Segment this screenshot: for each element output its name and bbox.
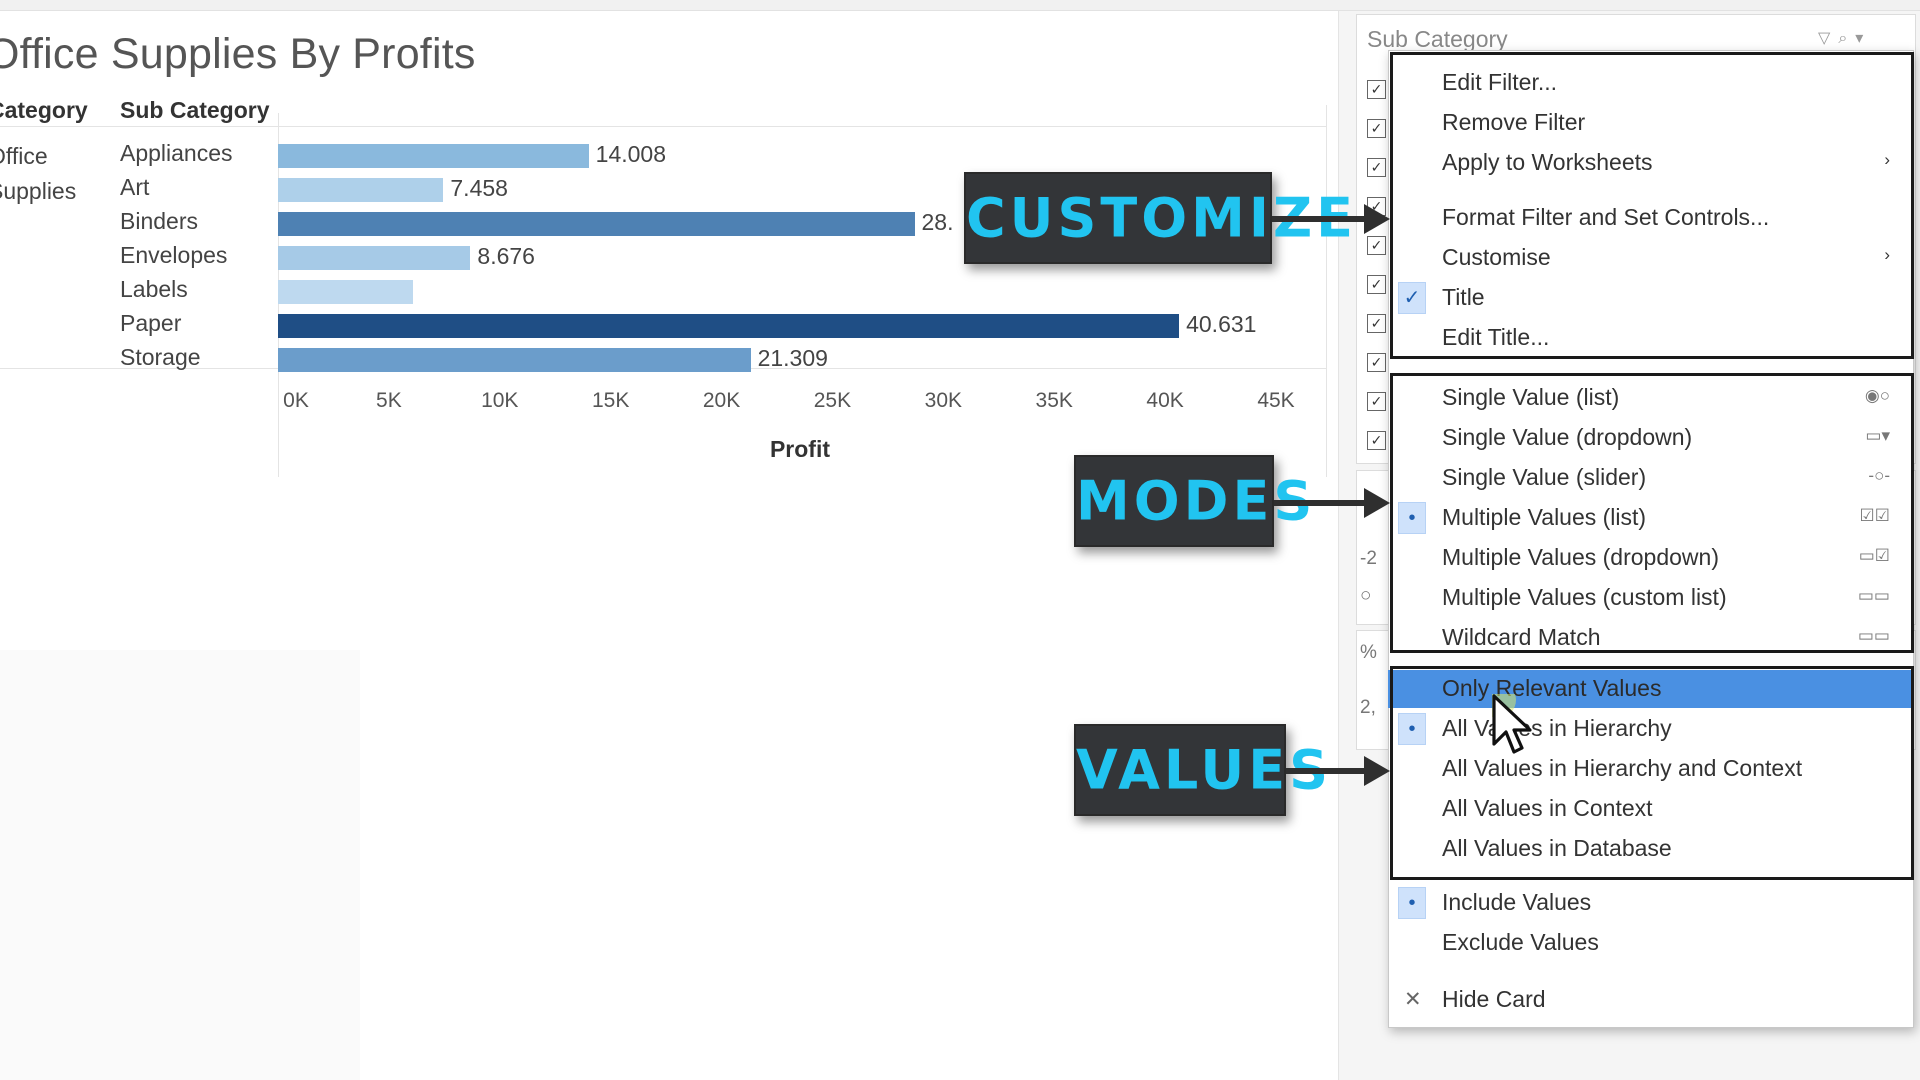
bar-paper[interactable] bbox=[278, 314, 1180, 338]
sub-category-label-storage[interactable]: Storage bbox=[120, 344, 201, 371]
worksheet-background bbox=[0, 650, 360, 1080]
menu-item-include-values[interactable]: • Include Values bbox=[1388, 884, 1914, 922]
filter-card-title: Sub Category bbox=[1367, 26, 1508, 52]
values-arrow-line bbox=[1286, 768, 1368, 774]
customize-callout-label: CUSTOMIZE bbox=[966, 186, 1357, 250]
modes-callout: MODES bbox=[1074, 455, 1317, 547]
search-icon[interactable]: ⌕ bbox=[1838, 30, 1855, 47]
sub-category-label-envelopes[interactable]: Envelopes bbox=[120, 242, 227, 269]
modes-arrow-line bbox=[1274, 500, 1368, 506]
chart-pane-right-border bbox=[1326, 105, 1327, 477]
filter-value-checkbox[interactable]: ✓ bbox=[1367, 314, 1386, 333]
bar-value-label-binders: 28. bbox=[921, 209, 954, 235]
sub-category-label-labels[interactable]: Labels bbox=[120, 276, 188, 303]
modes-arrow-head bbox=[1364, 488, 1390, 518]
x-axis-title: Profit bbox=[769, 436, 831, 462]
column-header-category[interactable]: Category bbox=[0, 97, 88, 124]
worksheet-title: Office Supplies By Profits bbox=[0, 30, 476, 78]
x-axis-tick-label: 40K bbox=[1146, 389, 1184, 412]
x-axis-tick-label: 5K bbox=[376, 389, 402, 412]
sub-category-label-binders[interactable]: Binders bbox=[120, 208, 198, 235]
x-axis-tick-label: 30K bbox=[924, 389, 963, 412]
filter-value-checkbox[interactable]: ✓ bbox=[1367, 353, 1386, 372]
menu-item-label: Hide Card bbox=[1442, 986, 1546, 1012]
filter-value-checkbox[interactable]: ✓ bbox=[1367, 392, 1386, 411]
filter-card-tertiary-text-1: % bbox=[1360, 642, 1377, 663]
filter-value-checkbox[interactable]: ✓ bbox=[1367, 80, 1386, 99]
column-header-sub-category[interactable]: Sub Category bbox=[120, 97, 270, 124]
bar-binders[interactable] bbox=[278, 212, 915, 236]
sub-category-label-appliances[interactable]: Appliances bbox=[120, 140, 233, 167]
x-axis-tick-label: 0K bbox=[283, 389, 309, 412]
values-group-box bbox=[1390, 666, 1914, 880]
values-arrow-head bbox=[1364, 756, 1390, 786]
filter-value-checkbox[interactable]: ✓ bbox=[1367, 236, 1386, 255]
menu-item-label: Exclude Values bbox=[1442, 929, 1599, 955]
top-toolbar-strip bbox=[0, 0, 1920, 11]
menu-item-exclude-values[interactable]: Exclude Values bbox=[1388, 924, 1914, 962]
modes-group-box bbox=[1390, 373, 1914, 653]
dropdown-icon[interactable]: ▾ bbox=[1855, 30, 1871, 47]
values-callout-label: VALUES bbox=[1076, 738, 1333, 802]
x-axis-tick-label: 15K bbox=[591, 389, 630, 412]
bar-value-label-paper: 40.631 bbox=[1186, 311, 1257, 337]
x-axis-tick-label: 10K bbox=[481, 389, 519, 412]
bar-value-label-appliances: 14.008 bbox=[595, 141, 667, 167]
filter-card-toolbar[interactable]: ▽⌕▾ bbox=[1818, 28, 1871, 48]
x-axis-tick-label: 45K bbox=[1257, 389, 1295, 412]
filter-icon[interactable]: ▽ bbox=[1818, 30, 1838, 47]
menu-item-label: Include Values bbox=[1442, 889, 1592, 915]
x-axis-tick-label: 35K bbox=[1035, 389, 1073, 412]
values-callout: VALUES bbox=[1074, 724, 1333, 816]
slider-handle-icon[interactable]: ○ bbox=[1360, 585, 1371, 607]
filter-card-secondary-text: -2 bbox=[1360, 548, 1377, 569]
bar-appliances[interactable] bbox=[278, 144, 589, 168]
category-label-line-2: Supplies bbox=[0, 178, 77, 204]
bar-art[interactable] bbox=[278, 178, 444, 202]
x-axis-tick-label: 25K bbox=[813, 389, 852, 412]
modes-callout-label: MODES bbox=[1076, 469, 1317, 533]
customize-group-box bbox=[1390, 52, 1914, 359]
customize-callout: CUSTOMIZE bbox=[964, 172, 1357, 264]
filter-value-checkbox[interactable]: ✓ bbox=[1367, 119, 1386, 138]
bar-storage[interactable] bbox=[278, 348, 751, 372]
header-divider bbox=[0, 126, 1326, 127]
sub-category-label-art[interactable]: Art bbox=[120, 174, 149, 201]
filter-value-checkbox[interactable]: ✓ bbox=[1367, 158, 1386, 177]
filter-value-checkbox[interactable]: ✓ bbox=[1367, 431, 1386, 450]
mouse-cursor-icon bbox=[1492, 694, 1532, 754]
menu-item-hide-card[interactable]: ✕ Hide Card bbox=[1388, 981, 1914, 1019]
bar-envelopes[interactable] bbox=[278, 246, 471, 270]
bar-value-label-storage: 21.309 bbox=[757, 345, 828, 371]
sub-category-label-paper[interactable]: Paper bbox=[120, 310, 181, 337]
bar-value-label-envelopes: 8.676 bbox=[477, 243, 535, 269]
customize-arrow-line bbox=[1272, 216, 1368, 222]
close-icon: ✕ bbox=[1404, 988, 1422, 1011]
filter-card-tertiary-text-2: 2, bbox=[1360, 697, 1376, 718]
filter-value-checkbox[interactable]: ✓ bbox=[1367, 275, 1386, 294]
bar-value-label-art: 7.458 bbox=[450, 175, 508, 201]
x-axis-tick-label: 20K bbox=[702, 389, 741, 412]
selected-bullet-icon: • bbox=[1398, 887, 1426, 919]
category-label-line-1: Office bbox=[0, 143, 48, 169]
customize-arrow-head bbox=[1364, 204, 1390, 234]
bar-labels[interactable] bbox=[278, 280, 414, 304]
